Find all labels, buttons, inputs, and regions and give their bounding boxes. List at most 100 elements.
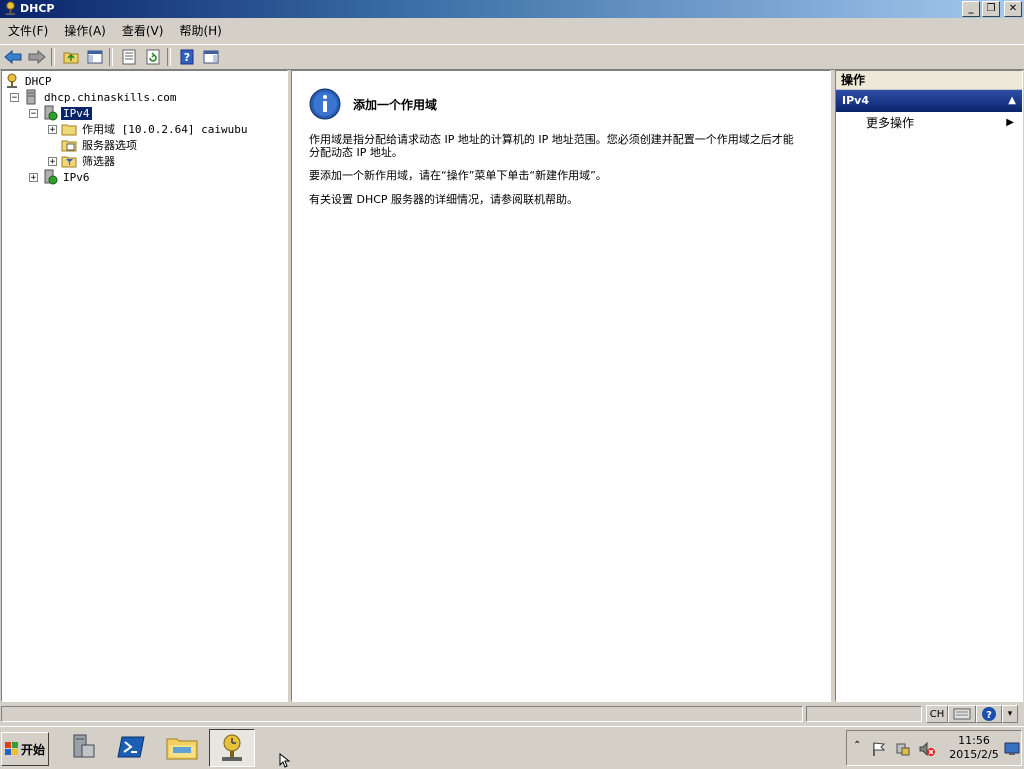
back-arrow-icon xyxy=(4,49,22,65)
dhcp-icon xyxy=(7,73,17,88)
expand-toggle[interactable]: + xyxy=(29,172,38,182)
forward-arrow-icon xyxy=(28,49,46,65)
action-pane-icon xyxy=(203,50,219,64)
taskbar-server-manager[interactable] xyxy=(60,729,104,765)
actions-pane[interactable]: 操作 IPv4 ▲ 更多操作 ▶ xyxy=(835,70,1023,702)
ime-keyboard[interactable] xyxy=(948,705,976,723)
svg-text:?: ? xyxy=(184,51,190,64)
show-hidden-icons-chevron-icon[interactable]: ⌃ xyxy=(853,740,861,751)
scope-description: 作用域是指分配给请求动态 IP 地址的计算机的 IP 地址范围。您必须创建并配置… xyxy=(309,133,794,159)
menu-action[interactable]: 操作(A) xyxy=(56,20,114,42)
tree-node-scope[interactable]: + 作用域 [10.0.2.64] caiwubu xyxy=(48,121,249,137)
actions-header: 操作 xyxy=(836,71,1022,90)
back-button[interactable] xyxy=(2,47,24,67)
server-options-icon xyxy=(61,140,77,152)
submenu-arrow-icon: ▶ xyxy=(1006,117,1014,128)
more-actions-item[interactable]: 更多操作 ▶ xyxy=(836,112,1022,134)
tree-node-dhcp-root[interactable]: DHCP xyxy=(4,73,54,89)
tree-node-filters[interactable]: + 筛选器 xyxy=(48,153,117,169)
folder-up-icon xyxy=(63,52,79,64)
content-title: 添加一个作用域 xyxy=(353,97,438,112)
expand-toggle[interactable]: + xyxy=(48,124,57,134)
dhcp-app-icon xyxy=(5,1,16,16)
collapse-toggle[interactable]: − xyxy=(10,92,19,102)
menu-view[interactable]: 查看(V) xyxy=(114,20,172,42)
show-desktop-icon[interactable] xyxy=(1004,740,1020,756)
system-tray: ⌃ 11:56 2015/2/5 xyxy=(846,730,1022,766)
refresh-icon xyxy=(146,49,160,65)
help-reference: 有关设置 DHCP 服务器的详细情况，请参阅联机帮助。 xyxy=(309,193,579,206)
restore-button[interactable]: ❐ xyxy=(982,1,1000,17)
ime-language-bar: CH ? ▾ xyxy=(926,704,1024,724)
status-cell-secondary xyxy=(806,706,922,722)
menu-help[interactable]: 帮助(H) xyxy=(171,20,229,42)
toolbar-separator xyxy=(167,48,171,66)
info-icon xyxy=(309,88,341,120)
console-tree-pane[interactable]: DHCP − dhcp.chinaskills.com − IPv4 + 作用域… xyxy=(1,70,288,702)
window-controls: _ ❐ ✕ xyxy=(962,1,1022,17)
tree-node-label: 作用域 [10.0.2.64] caiwubu xyxy=(82,123,248,136)
tree-node-label: 筛选器 xyxy=(82,155,115,168)
taskbar-dhcp[interactable] xyxy=(209,729,255,767)
taskbar-explorer[interactable] xyxy=(160,729,204,765)
toolbar-separator xyxy=(51,48,55,66)
ime-options-icon[interactable]: ▾ xyxy=(1002,705,1018,723)
speaker-muted-icon[interactable] xyxy=(919,741,935,757)
more-actions-label: 更多操作 xyxy=(866,116,915,130)
server-icon xyxy=(26,89,36,105)
ime-language[interactable]: CH xyxy=(926,705,948,723)
status-cell-main xyxy=(1,706,803,722)
svg-text:?: ? xyxy=(986,710,992,721)
toolbar-separator xyxy=(109,48,113,66)
tree-node-label: 服务器选项 xyxy=(82,139,137,152)
tree-node-server[interactable]: − dhcp.chinaskills.com xyxy=(10,89,178,105)
tree-node-label: IPv4 xyxy=(60,105,93,121)
minimize-button[interactable]: _ xyxy=(962,1,980,17)
up-level-button[interactable] xyxy=(60,47,82,67)
dhcp-task-icon xyxy=(222,734,242,761)
menu-file[interactable]: 文件(F) xyxy=(0,20,56,42)
tree-node-label: DHCP xyxy=(25,74,52,88)
start-label: 开始 xyxy=(20,742,45,757)
network-icon[interactable] xyxy=(895,741,911,757)
taskbar: 开始 ⌃ 11:56 2015/2/5 xyxy=(0,726,1024,769)
console-tree-icon xyxy=(87,50,103,64)
show-hide-tree-button[interactable] xyxy=(84,47,106,67)
help-icon: ? xyxy=(180,49,194,65)
expand-toggle[interactable]: + xyxy=(48,156,57,166)
title-bar[interactable]: DHCP _ ❐ ✕ xyxy=(0,0,1024,18)
ipv4-icon xyxy=(44,105,58,121)
start-button[interactable]: 开始 xyxy=(1,732,49,766)
actions-section-ipv4[interactable]: IPv4 ▲ xyxy=(836,90,1022,112)
ipv6-icon xyxy=(44,169,58,185)
close-button[interactable]: ✕ xyxy=(1004,1,1022,17)
powershell-icon xyxy=(117,736,145,758)
properties-icon xyxy=(122,49,136,65)
results-pane[interactable]: 添加一个作用域 作用域是指分配给请求动态 IP 地址的计算机的 IP 地址范围。… xyxy=(291,70,831,702)
tree-node-ipv4[interactable]: − IPv4 xyxy=(29,105,93,121)
toolbar: ? xyxy=(0,44,1024,70)
action-center-flag-icon[interactable] xyxy=(871,741,887,757)
mouse-cursor-icon xyxy=(279,753,291,768)
tree-node-ipv6[interactable]: + IPv6 xyxy=(29,169,92,185)
show-hide-action-pane-button[interactable] xyxy=(200,47,222,67)
actions-section-label: IPv4 xyxy=(842,94,869,107)
help-button[interactable]: ? xyxy=(176,47,198,67)
tree-node-server-options[interactable]: 服务器选项 xyxy=(61,137,139,153)
tree-node-label: dhcp.chinaskills.com xyxy=(44,90,177,104)
clock[interactable]: 11:56 2015/2/5 xyxy=(945,734,1003,762)
server-manager-icon xyxy=(73,734,95,758)
info-header: 添加一个作用域 xyxy=(309,88,437,120)
add-scope-instruction: 要添加一个新作用域，请在“操作”菜单下单击“新建作用域”。 xyxy=(309,169,607,182)
forward-button[interactable] xyxy=(26,47,48,67)
filter-icon xyxy=(61,156,77,168)
refresh-button[interactable] xyxy=(142,47,164,67)
ime-help[interactable]: ? xyxy=(976,705,1002,723)
taskbar-powershell[interactable] xyxy=(110,729,154,765)
collapse-up-icon[interactable]: ▲ xyxy=(1008,90,1016,112)
menu-bar: 文件(F) 操作(A) 查看(V) 帮助(H) xyxy=(0,20,1024,42)
properties-button[interactable] xyxy=(118,47,140,67)
window-title: DHCP xyxy=(20,2,55,15)
collapse-toggle[interactable]: − xyxy=(29,108,38,118)
tree-node-label: IPv6 xyxy=(63,170,90,184)
